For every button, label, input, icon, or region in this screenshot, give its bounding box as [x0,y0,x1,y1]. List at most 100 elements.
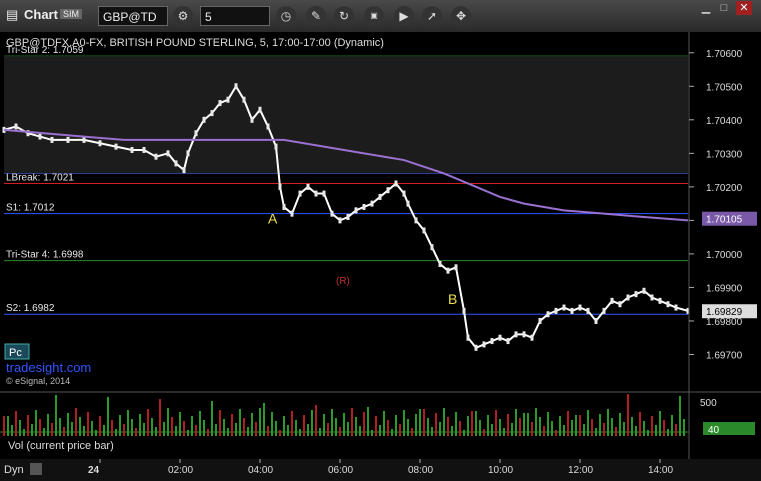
volume-bar [259,408,261,436]
price-tick-label: 1.69700 [706,350,743,361]
play-icon[interactable]: ▶ [394,6,414,26]
last-price-label: 1.69829 [706,307,743,318]
minimize-icon[interactable]: ▁ [698,1,714,15]
volume-bar [127,410,129,436]
price-bar [538,317,542,324]
price-bar [554,307,558,314]
volume-bar [87,412,89,436]
history-icon[interactable]: ◷ [276,6,296,26]
toolbar: ▤ Chart SIM GBP@TD ⚙ 5 ◷ ✎ ↻ ▣ ▶ ➚ ✥ ▁ □… [0,0,761,33]
volume-bar [523,413,525,436]
symbol-input[interactable]: GBP@TD [98,6,168,26]
time-tick-label: 12:00 [568,465,593,476]
price-bar [578,304,582,311]
close-icon[interactable]: ✕ [736,1,752,15]
price-bar [474,344,478,351]
volume-bar [167,408,169,436]
price-tick-label: 1.70000 [706,250,743,261]
volume-bar [543,426,545,436]
annotation-label: B [448,291,457,307]
volume-bar [123,424,125,436]
volume-bar [271,412,273,436]
volume-bar [207,429,209,436]
volume-bar [515,409,517,436]
price-bar [98,140,102,147]
site-logo: tradesight.com [6,360,91,375]
price-bar [402,190,406,197]
price-bar [14,123,18,130]
volume-bar [71,422,73,436]
volume-bar [627,394,629,436]
volume-bar [555,430,557,436]
volume-bar [435,413,437,436]
lock-icon[interactable] [30,463,42,475]
volume-bar [619,413,621,436]
value-area-band [4,56,688,174]
price-bar [142,146,146,153]
price-bar [330,210,334,217]
volume-bar [335,418,337,436]
volume-bar [423,409,425,436]
arrow-icon[interactable]: ➚ [422,6,442,26]
volume-bar [35,410,37,436]
volume-bar [203,420,205,436]
maximize-icon[interactable]: □ [716,1,732,15]
volume-bar [503,428,505,436]
cycle-icon[interactable]: ↻ [334,6,354,26]
volume-bar [283,416,285,436]
price-bar [194,130,198,137]
volume-bar [211,401,213,436]
price-bar [314,190,318,197]
price-bar [546,311,550,318]
volume-bar [191,416,193,436]
volume-bar [347,422,349,436]
price-bar [506,338,510,345]
price-bar [274,143,278,150]
volume-bar [447,417,449,436]
volume-bar [299,429,301,436]
volume-bar [575,415,577,436]
price-bar [570,307,574,314]
volume-bar [215,424,217,436]
price-bar [594,317,598,324]
volume-bar [567,411,569,436]
settings-icon[interactable]: ⚙ [173,6,193,26]
price-bar [174,160,178,167]
pin-icon[interactable]: ✥ [451,6,471,26]
price-bar [666,301,670,308]
price-bar [186,150,190,157]
level-label: S2: 1.6982 [6,303,55,314]
volume-bar [671,415,673,436]
volume-bar [395,415,397,436]
price-bar [354,207,358,214]
pc-label: Pc [9,347,22,359]
interval-select[interactable]: 5 [200,6,270,26]
bug-icon[interactable]: ▣ [364,6,384,26]
volume-bar [175,426,177,436]
volume-bar [411,428,413,436]
price-bar [182,167,186,174]
price-bar [602,307,606,314]
volume-bar [119,415,121,436]
annotation-label: (R) [336,276,350,287]
price-bar [166,150,170,157]
volume-bar [151,418,153,436]
volume-bar [231,414,233,436]
price-bar [154,153,158,160]
price-bar [406,200,410,207]
volume-bar [267,426,269,436]
volume-bar [7,416,9,436]
volume-bar [427,418,429,436]
time-tick-label: 02:00 [168,465,193,476]
volume-bar [451,426,453,436]
price-chart[interactable]: Tri-Star 2: 1.7059Pivot: 1.7053UBreak: 1… [0,32,761,481]
volume-bar [287,425,289,436]
volume-bar [83,426,85,436]
price-bar [202,116,206,123]
chart-icon: ▤ [6,7,19,22]
ma-price-label: 1.70105 [706,215,743,226]
volume-bar [279,430,281,436]
price-bar [266,123,270,130]
volume-bar [639,412,641,436]
pencil-icon[interactable]: ✎ [306,6,326,26]
